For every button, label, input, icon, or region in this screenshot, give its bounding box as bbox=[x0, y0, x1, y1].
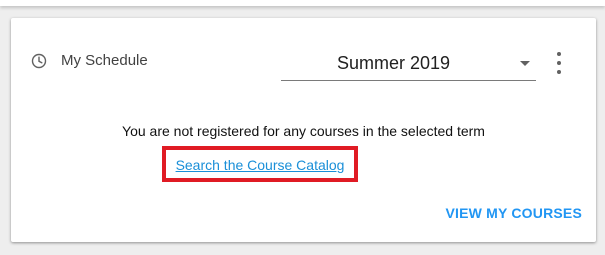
empty-schedule-message: You are not registered for any courses i… bbox=[122, 123, 485, 139]
card-header: My Schedule Summer 2019 bbox=[11, 18, 596, 108]
card-title: My Schedule bbox=[61, 52, 148, 69]
highlight-box: Search the Course Catalog bbox=[162, 146, 358, 182]
page: My Schedule Summer 2019 You are not regi… bbox=[0, 0, 605, 255]
clock-icon bbox=[31, 53, 47, 69]
view-my-courses-button[interactable]: VIEW MY COURSES bbox=[445, 204, 582, 222]
my-schedule-card: My Schedule Summer 2019 You are not regi… bbox=[11, 18, 596, 242]
search-course-catalog-link[interactable]: Search the Course Catalog bbox=[166, 156, 354, 174]
more-vert-icon[interactable] bbox=[553, 52, 565, 74]
term-select[interactable]: Summer 2019 bbox=[281, 42, 536, 81]
chevron-down-icon bbox=[520, 61, 530, 66]
previous-card-edge bbox=[0, 0, 605, 6]
term-selected-value: Summer 2019 bbox=[336, 53, 451, 73]
